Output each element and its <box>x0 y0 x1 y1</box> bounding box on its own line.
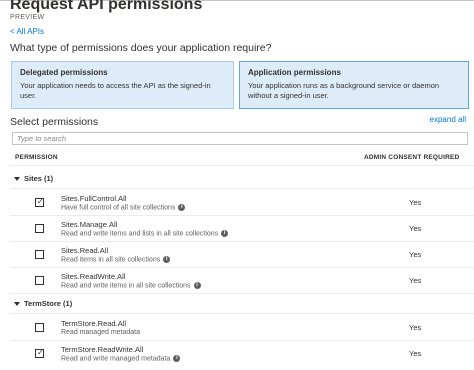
permission-description-text: Read and write managed metadata <box>61 355 171 363</box>
page-title: Request API permissions <box>10 0 203 13</box>
group-sites-toggle[interactable]: Sites (1) <box>14 174 53 183</box>
permission-row: Sites.Read.All Read items in all site co… <box>10 242 474 267</box>
permission-description-text: Read items in all site collections <box>61 256 161 264</box>
chevron-down-icon <box>14 302 20 307</box>
permission-name: TermStore.ReadWrite.All <box>61 345 144 354</box>
permission-checkbox[interactable]: ✓ <box>35 197 44 207</box>
permission-checkbox[interactable] <box>35 250 44 259</box>
all-apis-link[interactable]: < All APIs <box>10 27 44 36</box>
permission-name: Sites.Read.All <box>61 246 109 255</box>
permission-description-text: Read managed metadata <box>61 329 140 336</box>
expand-all-link[interactable]: expand all <box>430 115 466 124</box>
application-permissions-card[interactable]: Application permissions Your application… <box>239 61 469 109</box>
permission-row: TermStore.Read.All Read managed metadata… <box>10 315 474 340</box>
divider <box>10 313 474 314</box>
permission-description: Read managed metadata <box>61 329 140 336</box>
delegated-permissions-card[interactable]: Delegated permissions Your application n… <box>11 61 234 109</box>
admin-consent-value: Yes <box>409 250 422 259</box>
info-icon[interactable]: i <box>178 204 186 211</box>
permission-description: Read and write items in all site collect… <box>61 282 201 289</box>
select-permissions-label: Select permissions <box>10 116 99 128</box>
group-sites-label: Sites (1) <box>24 174 54 183</box>
permission-name: Sites.ReadWrite.All <box>61 272 126 281</box>
permission-checkbox[interactable]: ✓ <box>35 348 44 358</box>
permission-description-text: Read and write items and lists in all si… <box>61 230 219 238</box>
group-termstore-label: TermStore (1) <box>24 299 73 308</box>
admin-consent-value: Yes <box>409 224 422 233</box>
permission-description-text: Have full control of all site collection… <box>61 204 176 212</box>
permission-name: Sites.FullControl.All <box>61 194 127 203</box>
admin-consent-value: Yes <box>409 276 422 285</box>
permission-type-cards: Delegated permissions Your application n… <box>11 61 469 111</box>
permission-description: Read items in all site collections i <box>61 256 171 264</box>
permission-checkbox[interactable] <box>35 323 44 332</box>
delegated-permissions-title: Delegated permissions <box>20 68 108 77</box>
permission-type-question: What type of permissions does your appli… <box>10 42 272 54</box>
group-termstore-toggle[interactable]: TermStore (1) <box>14 299 72 308</box>
divider <box>10 188 474 189</box>
delegated-permissions-description: Your application needs to access the API… <box>20 81 211 100</box>
info-icon[interactable]: i <box>221 230 229 237</box>
permission-checkbox[interactable] <box>35 224 44 233</box>
permission-checkbox[interactable] <box>35 276 44 285</box>
permission-row: ✓ Sites.FullControl.All Have full contro… <box>10 190 474 215</box>
application-permissions-description: Your application runs as a background se… <box>248 81 440 100</box>
permission-row: Sites.Manage.All Read and write items an… <box>10 216 474 241</box>
permission-description: Read and write managed metadata i <box>61 355 181 363</box>
permission-name: Sites.Manage.All <box>61 220 118 229</box>
divider <box>10 165 474 166</box>
info-icon[interactable]: i <box>193 282 201 289</box>
admin-consent-value: Yes <box>409 323 422 332</box>
admin-consent-value: Yes <box>409 349 422 358</box>
permission-search-input[interactable] <box>12 132 468 145</box>
chevron-down-icon <box>14 177 20 182</box>
application-permissions-title: Application permissions <box>248 68 341 77</box>
info-icon[interactable]: i <box>163 256 171 263</box>
permission-row: Sites.ReadWrite.All Read and write items… <box>10 268 474 293</box>
permission-description: Have full control of all site collection… <box>61 204 186 212</box>
permission-description: Read and write items and lists in all si… <box>61 230 229 238</box>
admin-consent-value: Yes <box>409 198 422 207</box>
permission-row: ✓ TermStore.ReadWrite.All Read and write… <box>10 341 474 366</box>
permission-description-text: Read and write items in all site collect… <box>61 282 191 290</box>
permission-name: TermStore.Read.All <box>61 319 127 328</box>
checkmark-icon: ✓ <box>37 197 44 206</box>
blade-header: Request API permissions PREVIEW <box>10 0 202 21</box>
preview-label: PREVIEW <box>10 14 45 21</box>
checkmark-icon: ✓ <box>37 348 44 357</box>
admin-consent-column-header: ADMIN CONSENT REQUIRED <box>364 154 460 161</box>
info-icon[interactable]: i <box>173 355 181 362</box>
permission-column-header: PERMISSION <box>15 154 58 161</box>
divider <box>10 293 474 294</box>
